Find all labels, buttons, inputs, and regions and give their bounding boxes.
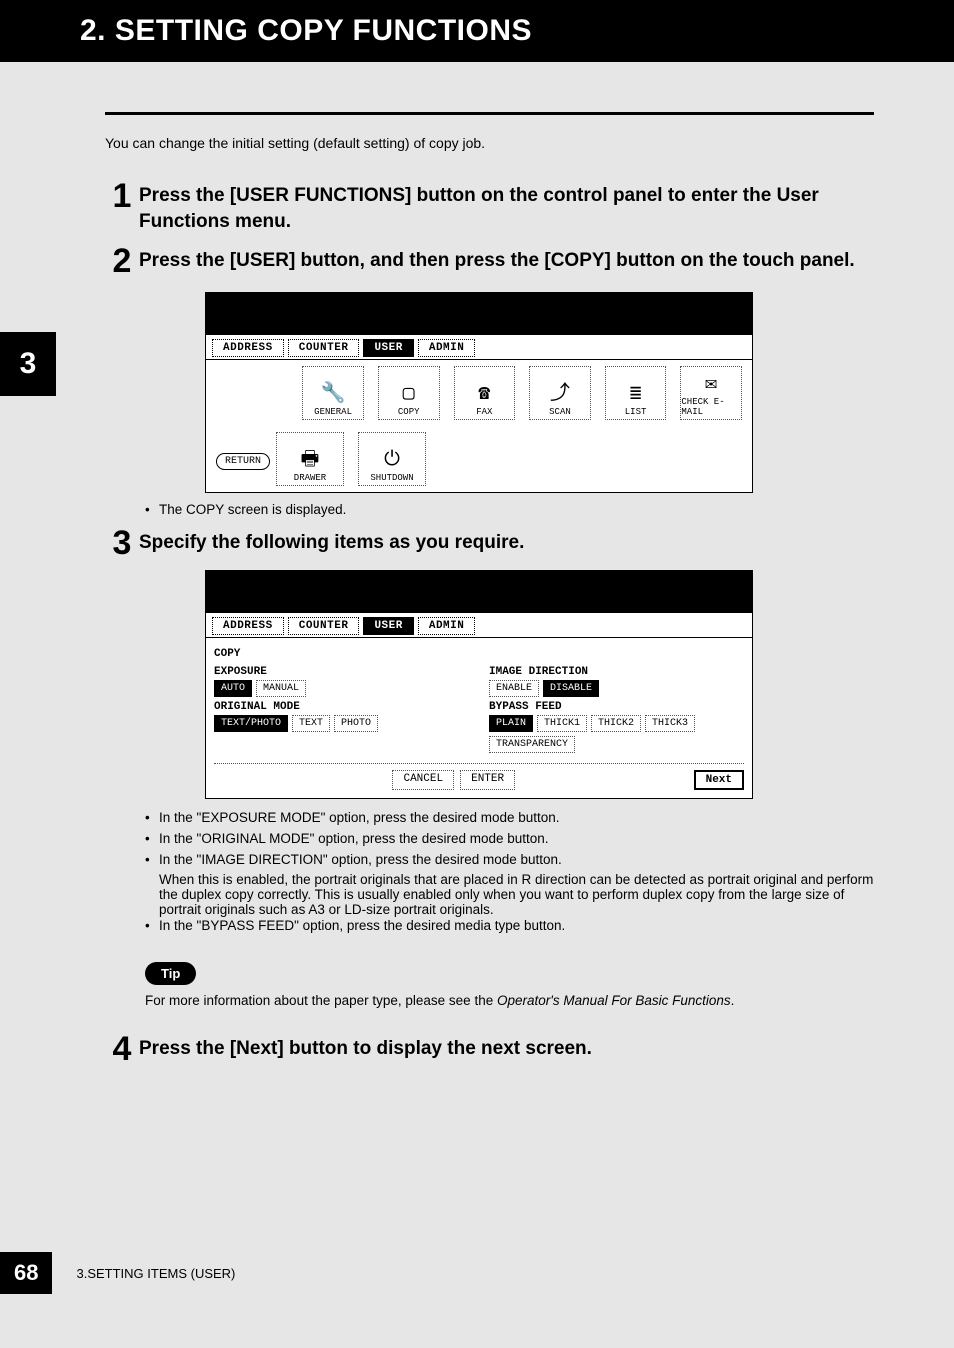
note-copy-screen: The COPY screen is displayed. bbox=[145, 501, 874, 520]
scan-icon: ⤴ bbox=[550, 383, 570, 407]
opt-text[interactable]: TEXT bbox=[292, 715, 330, 732]
tab-bar: ADDRESS COUNTER USER ADMIN bbox=[206, 335, 752, 360]
intro-text: You can change the initial setting (defa… bbox=[105, 135, 874, 151]
step-text: Specify the following items as you requi… bbox=[139, 526, 524, 560]
label-bypass-feed: BYPASS FEED bbox=[489, 701, 744, 713]
step-text: Press the [Next] button to display the n… bbox=[139, 1032, 592, 1066]
tab-admin[interactable]: ADMIN bbox=[418, 617, 476, 635]
step-4: 4 Press the [Next] button to display the… bbox=[105, 1032, 874, 1066]
cancel-button[interactable]: CANCEL bbox=[392, 770, 454, 790]
tab-bar: ADDRESS COUNTER USER ADMIN bbox=[206, 613, 752, 638]
label-image-direction: IMAGE DIRECTION bbox=[489, 666, 744, 678]
btn-check-email[interactable]: ✉CHECK E-MAIL bbox=[680, 366, 742, 420]
opt-disable[interactable]: DISABLE bbox=[543, 680, 599, 697]
step-number: 4 bbox=[105, 1032, 139, 1066]
wrench-icon: 🔧 bbox=[321, 383, 346, 407]
opt-transparency[interactable]: TRANSPARENCY bbox=[489, 736, 575, 753]
bullet-original: In the "ORIGINAL MODE" option, press the… bbox=[145, 830, 874, 849]
step-3: 3 Specify the following items as you req… bbox=[105, 526, 874, 560]
btn-drawer[interactable]: 🖶DRAWER bbox=[276, 432, 344, 486]
bullet-exposure: In the "EXPOSURE MODE" option, press the… bbox=[145, 809, 874, 828]
bullet-bypass: In the "BYPASS FEED" option, press the d… bbox=[145, 917, 874, 936]
tab-counter[interactable]: COUNTER bbox=[288, 617, 360, 635]
tab-counter[interactable]: COUNTER bbox=[288, 339, 360, 357]
label-original-mode: ORIGINAL MODE bbox=[214, 701, 469, 713]
drawer-icon: 🖶 bbox=[301, 449, 320, 473]
next-button[interactable]: Next bbox=[694, 770, 744, 790]
return-button[interactable]: RETURN bbox=[216, 453, 270, 470]
step-number: 2 bbox=[105, 244, 139, 278]
btn-copy[interactable]: ▢COPY bbox=[378, 366, 440, 420]
btn-list[interactable]: ≣LIST bbox=[605, 366, 667, 420]
tab-address[interactable]: ADDRESS bbox=[212, 339, 284, 357]
opt-enable[interactable]: ENABLE bbox=[489, 680, 539, 697]
step-1: 1 Press the [USER FUNCTIONS] button on t… bbox=[105, 179, 874, 234]
page-title: 2. SETTING COPY FUNCTIONS bbox=[0, 0, 954, 62]
btn-scan[interactable]: ⤴SCAN bbox=[529, 366, 591, 420]
bullet-image-direction: In the "IMAGE DIRECTION" option, press t… bbox=[145, 851, 874, 870]
tab-user[interactable]: USER bbox=[363, 339, 413, 357]
step-2: 2 Press the [USER] button, and then pres… bbox=[105, 244, 874, 278]
btn-general[interactable]: 🔧GENERAL bbox=[302, 366, 364, 420]
footer-text: 3.SETTING ITEMS (USER) bbox=[76, 1266, 235, 1281]
btn-shutdown[interactable]: ⏻SHUTDOWN bbox=[358, 432, 426, 486]
label-exposure: EXPOSURE bbox=[214, 666, 469, 678]
divider bbox=[105, 112, 874, 115]
opt-photo[interactable]: PHOTO bbox=[334, 715, 378, 732]
list-icon: ≣ bbox=[630, 383, 642, 407]
opt-thick3[interactable]: THICK3 bbox=[645, 715, 695, 732]
btn-fax[interactable]: ☎FAX bbox=[454, 366, 516, 420]
copy-icon: ▢ bbox=[403, 383, 415, 407]
shutdown-icon: ⏻ bbox=[384, 449, 400, 473]
opt-manual[interactable]: MANUAL bbox=[256, 680, 306, 697]
opt-auto[interactable]: AUTO bbox=[214, 680, 252, 697]
heading-copy: COPY bbox=[214, 648, 744, 660]
opt-text-photo[interactable]: TEXT/PHOTO bbox=[214, 715, 288, 732]
opt-thick2[interactable]: THICK2 bbox=[591, 715, 641, 732]
opt-plain[interactable]: PLAIN bbox=[489, 715, 533, 732]
bullet-image-direction-cont: When this is enabled, the portrait origi… bbox=[145, 872, 874, 917]
enter-button[interactable]: ENTER bbox=[460, 770, 515, 790]
screenshot-user-functions: ADDRESS COUNTER USER ADMIN 🔧GENERAL ▢COP… bbox=[205, 292, 753, 493]
page-number: 68 bbox=[0, 1252, 52, 1294]
tab-user[interactable]: USER bbox=[363, 617, 413, 635]
screenshot-copy-settings: ADDRESS COUNTER USER ADMIN COPY EXPOSURE… bbox=[205, 570, 753, 799]
tab-address[interactable]: ADDRESS bbox=[212, 617, 284, 635]
tip-badge: Tip bbox=[145, 962, 196, 985]
page-footer: 68 3.SETTING ITEMS (USER) bbox=[0, 1252, 235, 1294]
step-text: Press the [USER] button, and then press … bbox=[139, 244, 855, 278]
step-text: Press the [USER FUNCTIONS] button on the… bbox=[139, 179, 874, 234]
opt-thick1[interactable]: THICK1 bbox=[537, 715, 587, 732]
step-number: 3 bbox=[105, 526, 139, 560]
fax-icon: ☎ bbox=[478, 383, 490, 407]
step-number: 1 bbox=[105, 179, 139, 234]
chapter-tab: 3 bbox=[0, 332, 56, 396]
email-icon: ✉ bbox=[705, 373, 717, 397]
tab-admin[interactable]: ADMIN bbox=[418, 339, 476, 357]
tip-text: For more information about the paper typ… bbox=[145, 993, 874, 1008]
